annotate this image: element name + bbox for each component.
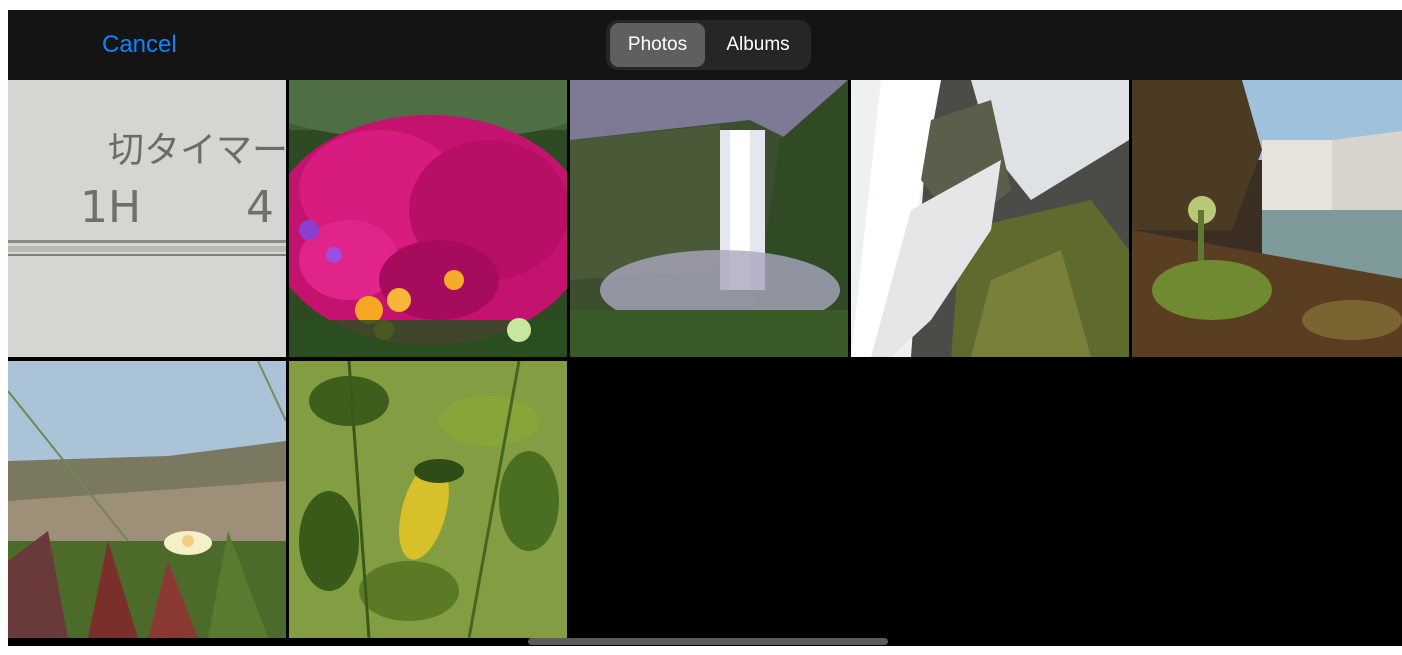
photo-text-line2: 1H xyxy=(80,182,141,233)
photo-picker: Cancel Photos Albums 切タイマー 1H 4 xyxy=(8,10,1402,646)
photo-text-line3: 4 xyxy=(246,182,274,233)
photo-text-line1: 切タイマー xyxy=(108,130,286,171)
photo-waterfall-mossy-rocks[interactable] xyxy=(851,80,1129,357)
photo-waterfall-cliff-image xyxy=(570,80,848,357)
photo-timer-label[interactable]: 切タイマー 1H 4 xyxy=(8,80,286,357)
photo-waterfall-sunset-image xyxy=(1132,80,1402,357)
cancel-button[interactable]: Cancel xyxy=(102,30,177,60)
photo-lemon-leaves[interactable] xyxy=(289,361,567,638)
photo-waterfall-sunset[interactable] xyxy=(1132,80,1402,357)
photo-lemon-leaves-image xyxy=(289,361,567,638)
tab-albums[interactable]: Albums xyxy=(709,23,807,67)
photo-pink-flowers[interactable] xyxy=(289,80,567,357)
source-segmented-control: Photos Albums xyxy=(606,20,811,70)
navigation-bar: Cancel Photos Albums xyxy=(8,10,1402,80)
tab-photos[interactable]: Photos xyxy=(610,23,705,67)
photo-ice-plant-flower[interactable] xyxy=(8,361,286,638)
photo-timer-label-image: 切タイマー 1H 4 xyxy=(8,80,286,357)
photo-pink-flowers-image xyxy=(289,80,567,357)
photo-waterfall-mossy-rocks-image xyxy=(851,80,1129,357)
home-indicator[interactable] xyxy=(528,638,888,645)
photo-ice-plant-flower-image xyxy=(8,361,286,638)
photo-waterfall-cliff[interactable] xyxy=(570,80,848,357)
